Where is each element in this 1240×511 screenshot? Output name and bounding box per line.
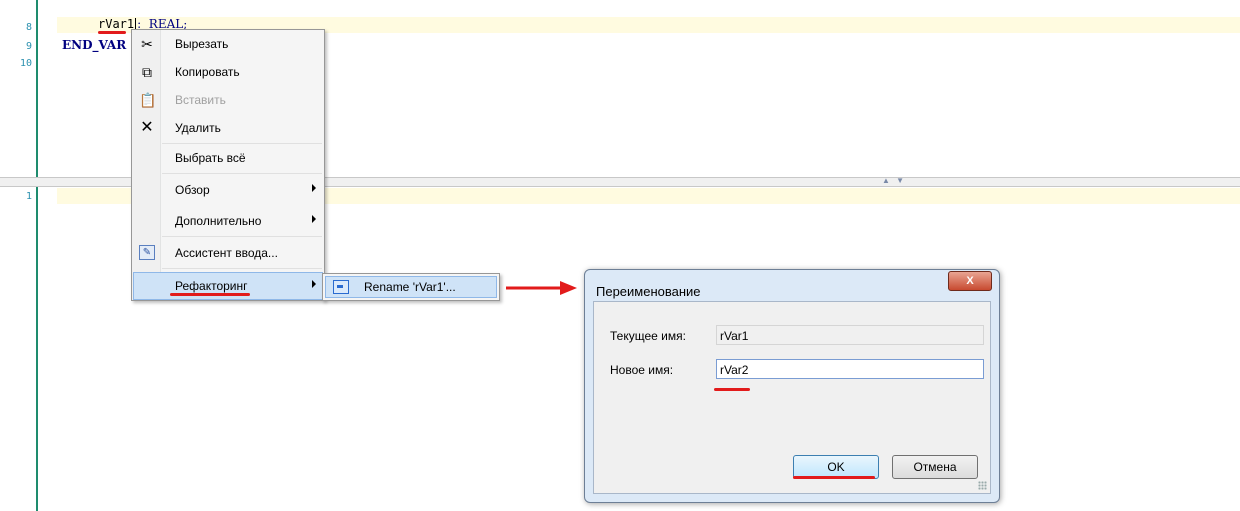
submenu-arrow-icon — [312, 184, 316, 192]
dialog-body: Текущее имя: rVar1 Новое имя: rVar2 OK О… — [593, 301, 991, 494]
line-number: 9 — [25, 41, 32, 52]
menu-item-label: Обзор — [175, 183, 210, 197]
rename-icon — [333, 280, 349, 294]
annotation-underline-ok — [793, 476, 875, 479]
menu-item-rename[interactable]: Rename 'rVar1'... — [325, 276, 497, 298]
new-name-input[interactable]: rVar2 — [716, 359, 984, 379]
current-name-field: rVar1 — [716, 325, 984, 345]
menu-item-label: Вставить — [175, 93, 226, 107]
menu-separator — [162, 143, 322, 144]
menu-item-paste[interactable]: 📋 Вставить — [134, 87, 322, 113]
menu-item-browse[interactable]: Обзор — [134, 177, 322, 203]
context-menu: ✂ Вырезать ⧉ Копировать 📋 Вставить ✕ Уда… — [131, 29, 325, 301]
rename-dialog: Переименование X Текущее имя: rVar1 Ново… — [584, 269, 1000, 503]
submenu-arrow-icon — [312, 215, 316, 223]
paste-icon: 📋 — [139, 92, 157, 108]
menu-item-label: Rename 'rVar1'... — [364, 280, 456, 294]
menu-item-label: Ассистент ввода... — [175, 246, 278, 260]
gutter-change-bar — [36, 187, 38, 511]
menu-separator — [162, 173, 322, 174]
delete-icon: ✕ — [140, 119, 154, 136]
gutter-change-bar — [36, 0, 38, 177]
menu-item-copy[interactable]: ⧉ Копировать — [134, 59, 322, 85]
resize-grip-icon[interactable] — [978, 481, 987, 490]
line-number: 10 — [19, 58, 32, 69]
splitter-arrows-icon[interactable]: ▲ ▼ — [882, 176, 906, 185]
annotation-arrow-icon — [506, 281, 577, 295]
current-name-label: Текущее имя: — [610, 329, 686, 343]
close-button[interactable]: X — [948, 271, 992, 291]
cancel-button[interactable]: Отмена — [892, 455, 978, 479]
menu-item-cut[interactable]: ✂ Вырезать — [134, 31, 322, 57]
menu-item-label: Удалить — [175, 121, 221, 135]
cut-icon: ✂ — [141, 36, 153, 52]
menu-item-label: Выбрать всё — [175, 151, 246, 165]
menu-item-advanced[interactable]: Дополнительно — [134, 208, 322, 234]
menu-item-label: Вырезать — [175, 37, 229, 51]
code-line-9[interactable]: END_VAR — [62, 38, 126, 52]
refactoring-submenu: Rename 'rVar1'... — [322, 273, 500, 301]
annotation-underline-refactoring — [170, 293, 250, 296]
line-number: 1 — [25, 191, 32, 202]
menu-item-input-assistant[interactable]: ✎ Ассистент ввода... — [134, 240, 322, 266]
line-number: 8 — [25, 22, 32, 33]
menu-item-label: Копировать — [175, 65, 240, 79]
menu-item-label: Дополнительно — [175, 214, 262, 228]
menu-item-label: Рефакторинг — [175, 279, 248, 293]
dialog-title: Переименование — [596, 284, 701, 299]
annotation-underline-variable — [98, 31, 126, 34]
input-assistant-icon: ✎ — [139, 245, 155, 260]
submenu-arrow-icon — [312, 280, 316, 288]
menu-item-select-all[interactable]: Выбрать всё — [134, 145, 322, 171]
annotation-underline-new-name — [714, 388, 750, 391]
new-name-label: Новое имя: — [610, 363, 674, 377]
menu-separator — [162, 268, 322, 269]
menu-separator — [162, 236, 322, 237]
menu-item-delete[interactable]: ✕ Удалить — [134, 115, 322, 141]
variable-name[interactable]: rVar1 — [98, 17, 134, 31]
copy-icon: ⧉ — [142, 64, 152, 80]
